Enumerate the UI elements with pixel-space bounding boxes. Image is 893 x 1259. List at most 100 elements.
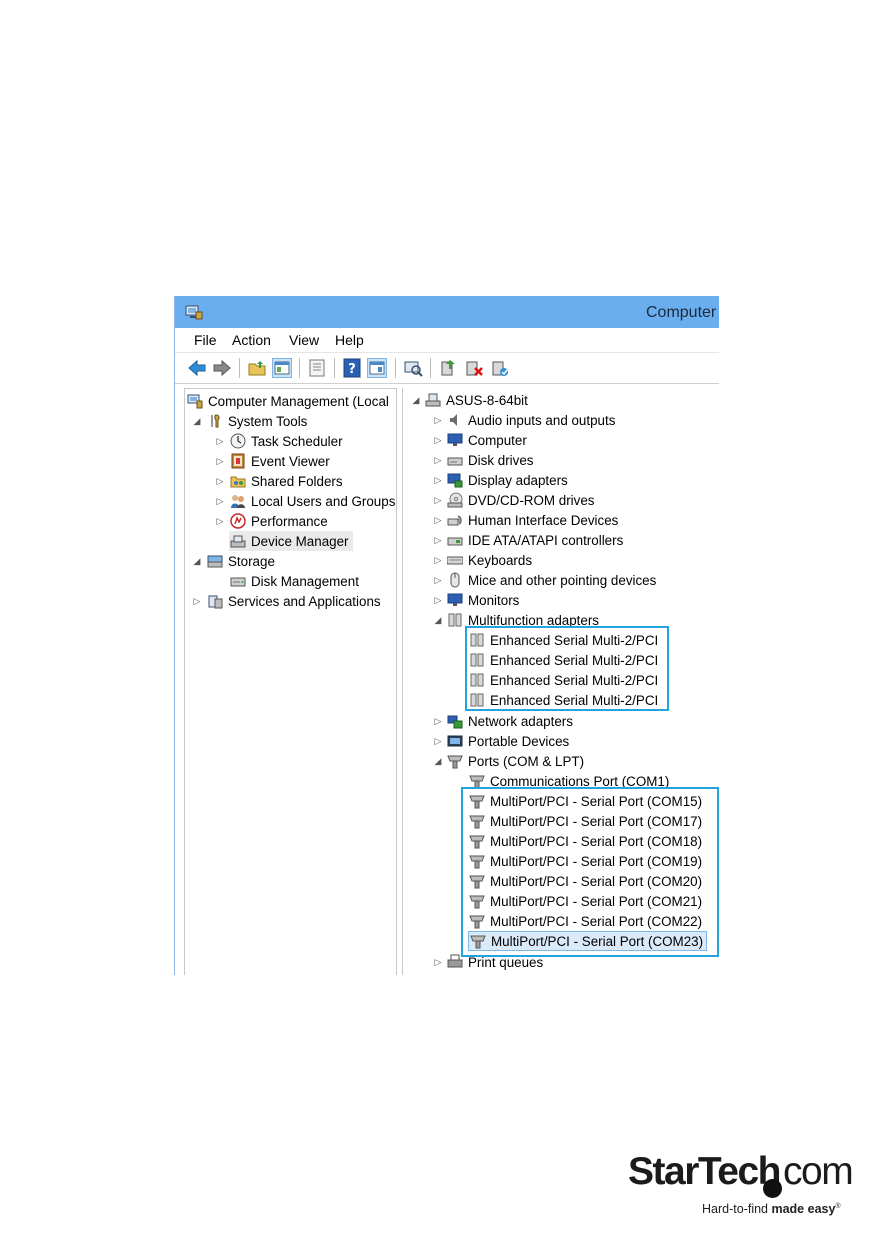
collapsed-triangle-icon[interactable]: ▷ [215,451,225,471]
up-folder-icon[interactable] [247,358,267,378]
properties-icon[interactable] [307,358,327,378]
device-tree-root[interactable]: ASUS-8-64bit [425,390,528,410]
tree-item-label: ASUS-8-64bit [446,392,528,408]
window-title: Computer [646,304,717,321]
collapsed-triangle-icon[interactable]: ▷ [433,450,443,470]
category-dvd-cd-rom-drives[interactable]: DVD/CD-ROM drives [447,490,594,510]
tree-item-system-tools[interactable]: System Tools [207,411,307,431]
highlight-box-serial-ports [461,787,719,957]
back-arrow-icon[interactable] [187,358,207,378]
collapsed-triangle-icon[interactable]: ▷ [192,591,202,611]
enable-device-icon[interactable] [490,358,510,378]
category-computer[interactable]: Computer [447,430,527,450]
port-icon [447,755,463,769]
category-disk-drives[interactable]: Disk drives [447,450,533,470]
tree-item-label: Shared Folders [251,473,343,489]
tree-item-computer-management[interactable]: Computer Management (Local [187,391,389,411]
storage-icon [207,555,223,568]
category-ports-com-lpt[interactable]: Ports (COM & LPT) [447,751,584,771]
tree-item-storage[interactable]: Storage [207,551,275,571]
category-monitors[interactable]: Monitors [447,590,519,610]
collapsed-triangle-icon[interactable]: ▷ [215,511,225,531]
highlight-box-multifunction-adapters [465,626,669,711]
menu-file[interactable]: File [194,332,217,348]
tree-item-label: Network adapters [468,713,573,729]
menu-action[interactable]: Action [232,332,271,348]
tree-item-label: IDE ATA/ATAPI controllers [468,532,624,548]
portable-device-icon [447,735,463,747]
tree-item-label: Mice and other pointing devices [468,572,657,588]
collapsed-triangle-icon[interactable]: ▷ [433,550,443,570]
menu-help[interactable]: Help [335,332,364,348]
dvd-icon [447,492,463,508]
tree-item-event-viewer[interactable]: Event Viewer [230,451,330,471]
category-ide-ata-atapi-controllers[interactable]: IDE ATA/ATAPI controllers [447,530,623,550]
multifunction-adapter-icon [448,613,462,627]
monitor-icon [447,433,463,446]
category-human-interface-devices[interactable]: Human Interface Devices [447,510,618,530]
collapsed-triangle-icon[interactable]: ▷ [433,410,443,430]
help-icon[interactable]: ? [342,358,362,378]
category-portable-devices[interactable]: Portable Devices [447,731,569,751]
expanded-triangle-icon[interactable]: ◢ [433,610,443,630]
collapsed-triangle-icon[interactable]: ▷ [215,431,225,451]
device-manager-icon [230,535,246,548]
tree-item-device-manager[interactable]: Device Manager [229,531,353,551]
tree-item-task-scheduler[interactable]: Task Scheduler [230,431,343,451]
expanded-triangle-icon[interactable]: ◢ [192,411,202,431]
collapsed-triangle-icon[interactable]: ▷ [433,490,443,510]
collapsed-triangle-icon[interactable]: ▷ [215,491,225,511]
tree-item-local-users-and-groups[interactable]: Local Users and Groups [230,491,395,511]
category-keyboards[interactable]: Keyboards [447,550,532,570]
show-hide-console-tree-button[interactable] [272,358,292,378]
clock-icon [230,433,246,449]
users-icon [231,495,245,508]
update-driver-icon[interactable] [438,358,458,378]
expanded-triangle-icon[interactable]: ◢ [192,551,202,571]
computer-icon [425,393,441,407]
tree-item-label: DVD/CD-ROM drives [468,492,595,508]
computer-management-icon [185,305,203,320]
svg-text:?: ? [348,362,356,377]
collapsed-triangle-icon[interactable]: ▷ [433,570,443,590]
collapsed-triangle-icon[interactable]: ▷ [433,590,443,610]
category-mice-and-other-pointing-devices[interactable]: Mice and other pointing devices [447,570,656,590]
performance-icon [230,513,246,529]
action-pane-icon [369,361,385,375]
category-audio-inputs-and-outputs[interactable]: Audio inputs and outputs [447,410,615,430]
logo-tagline: Hard-to-find made easy® [702,1202,841,1216]
tree-item-label: Local Users and Groups [251,493,396,509]
mouse-icon [450,572,460,588]
collapsed-triangle-icon[interactable]: ▷ [215,471,225,491]
collapsed-triangle-icon[interactable]: ▷ [433,711,443,731]
tree-item-label: Human Interface Devices [468,512,619,528]
tree-item-disk-management[interactable]: Disk Management [230,571,359,591]
tree-item-services-and-applications[interactable]: Services and Applications [207,591,381,611]
toolbar-separator [299,358,300,378]
expanded-triangle-icon[interactable]: ◢ [433,751,443,771]
logo-com-text: com [783,1150,854,1193]
collapsed-triangle-icon[interactable]: ▷ [433,731,443,751]
tree-item-label: System Tools [228,413,308,429]
expanded-triangle-icon[interactable]: ◢ [411,390,421,410]
show-action-pane-button[interactable] [367,358,387,378]
tree-item-performance[interactable]: Performance [230,511,328,531]
collapsed-triangle-icon[interactable]: ▷ [433,510,443,530]
logo-brand-text: StarTech [628,1150,782,1193]
forward-arrow-icon[interactable] [212,358,232,378]
tree-item-shared-folders[interactable]: Shared Folders [230,471,343,491]
speaker-icon [450,414,457,426]
category-display-adapters[interactable]: Display adapters [447,470,568,490]
tree-item-label: Display adapters [468,472,568,488]
collapsed-triangle-icon[interactable]: ▷ [433,952,443,972]
category-network-adapters[interactable]: Network adapters [447,711,573,731]
collapsed-triangle-icon[interactable]: ▷ [433,470,443,490]
event-viewer-icon [231,453,245,469]
collapsed-triangle-icon[interactable]: ▷ [433,530,443,550]
uninstall-device-icon[interactable] [464,358,484,378]
menu-view[interactable]: View [289,332,319,348]
startech-logo: StarTech com Hard-to-find made easy® [628,1150,854,1220]
collapsed-triangle-icon[interactable]: ▷ [433,430,443,450]
scan-hardware-icon[interactable] [403,358,423,378]
disk-icon [230,577,246,587]
